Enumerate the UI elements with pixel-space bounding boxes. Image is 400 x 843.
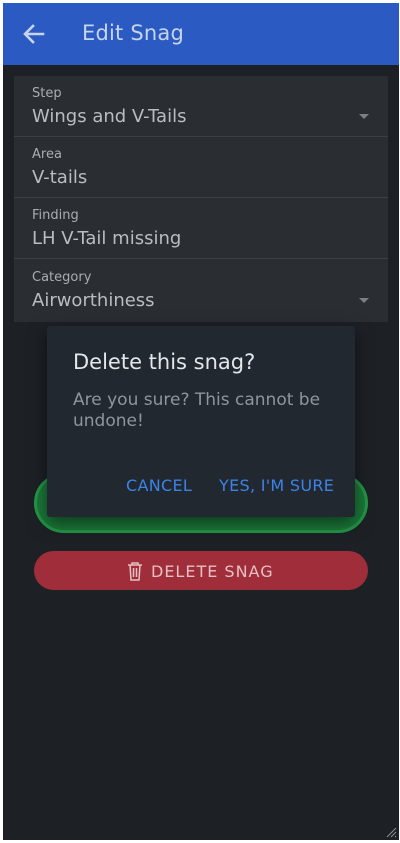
step-select[interactable]: Step Wings and V-Tails bbox=[14, 76, 388, 137]
step-label: Step bbox=[32, 86, 62, 101]
category-value: Airworthiness bbox=[32, 290, 155, 311]
cancel-button[interactable]: CANCEL bbox=[126, 476, 192, 495]
category-select[interactable]: Category Airworthiness bbox=[14, 260, 388, 321]
dialog-title: Delete this snag? bbox=[73, 350, 256, 374]
snag-form: Step Wings and V-Tails Area V-tails Find… bbox=[14, 76, 388, 322]
arrow-left-icon bbox=[23, 24, 45, 44]
finding-label: Finding bbox=[32, 208, 79, 223]
area-label: Area bbox=[32, 147, 62, 162]
back-button[interactable] bbox=[19, 19, 49, 49]
step-value: Wings and V-Tails bbox=[32, 106, 187, 127]
page-title: Edit Snag bbox=[82, 21, 184, 45]
dropdown-caret-icon bbox=[359, 298, 369, 303]
confirm-delete-button[interactable]: YES, I'M SURE bbox=[219, 476, 334, 495]
finding-field[interactable]: Finding LH V-Tail missing bbox=[14, 198, 388, 259]
dropdown-caret-icon bbox=[359, 114, 369, 119]
resize-grip-icon[interactable] bbox=[385, 826, 397, 838]
confirm-delete-dialog: Delete this snag? Are you sure? This can… bbox=[47, 326, 355, 517]
area-value: V-tails bbox=[32, 167, 88, 188]
category-label: Category bbox=[32, 270, 92, 285]
app-screen: Edit Snag Step Wings and V-Tails Area V-… bbox=[3, 3, 399, 840]
area-field[interactable]: Area V-tails bbox=[14, 137, 388, 198]
delete-snag-button[interactable]: DELETE SNAG bbox=[34, 551, 368, 590]
trash-icon bbox=[128, 562, 142, 581]
app-bar: Edit Snag bbox=[3, 3, 399, 65]
dialog-message: Are you sure? This cannot be undone! bbox=[73, 390, 321, 431]
delete-snag-label: DELETE SNAG bbox=[151, 561, 274, 581]
finding-value: LH V-Tail missing bbox=[32, 228, 182, 249]
